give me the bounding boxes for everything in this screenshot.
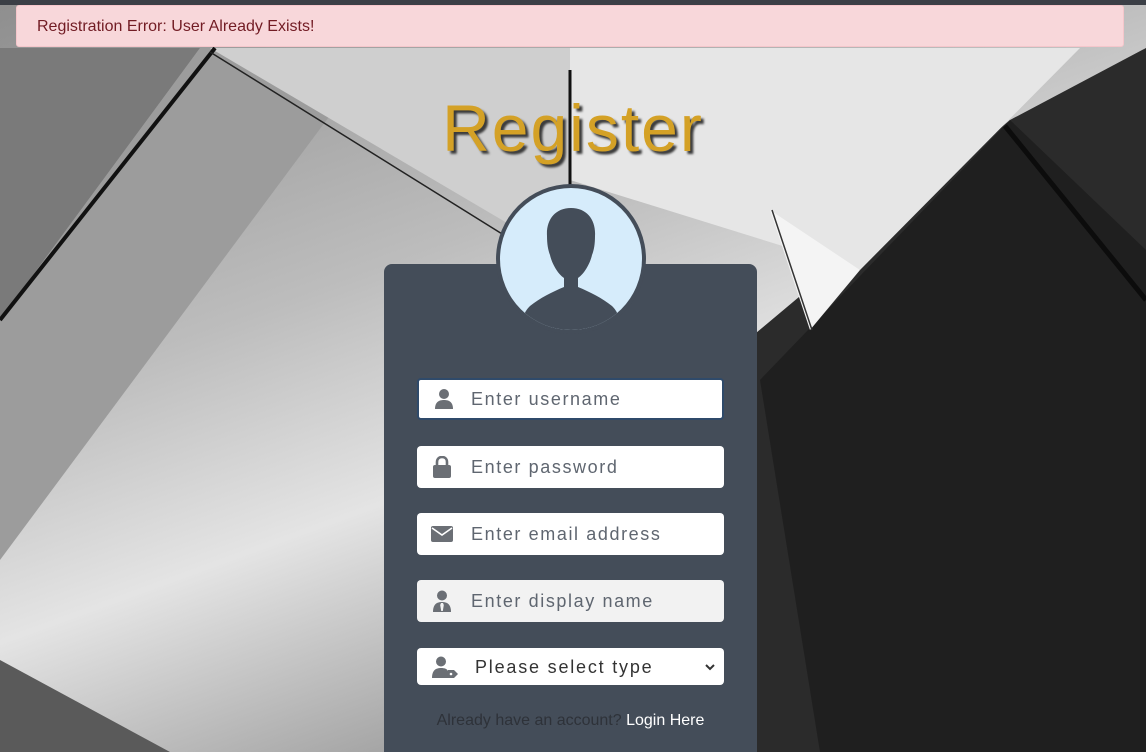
email-field[interactable] (417, 513, 724, 555)
password-field[interactable] (417, 446, 724, 488)
page-title: Register (442, 91, 704, 165)
username-input[interactable] (471, 380, 716, 418)
error-alert: Registration Error: User Already Exists! (16, 5, 1124, 47)
avatar-frame (496, 184, 646, 334)
type-select-field[interactable]: Please select type (417, 648, 724, 685)
login-link[interactable]: Login Here (626, 712, 704, 729)
user-silhouette-icon (522, 208, 620, 330)
user-tie-icon (431, 590, 453, 612)
chevron-down-icon (704, 659, 716, 677)
envelope-icon (431, 523, 453, 545)
login-prompt: Already have an account? Login Here (384, 712, 757, 730)
email-input[interactable] (471, 513, 716, 555)
user-tag-icon (431, 656, 459, 678)
display-name-input[interactable] (471, 580, 716, 622)
password-input[interactable] (471, 446, 716, 488)
lock-icon (431, 456, 453, 478)
error-alert-message: Registration Error: User Already Exists! (37, 18, 315, 35)
user-type-select[interactable]: Please select type (475, 648, 705, 685)
display-name-field[interactable] (417, 580, 724, 622)
login-prompt-text: Already have an account? (436, 712, 622, 729)
username-field[interactable] (417, 378, 724, 420)
user-icon (433, 388, 455, 410)
avatar (500, 188, 642, 330)
